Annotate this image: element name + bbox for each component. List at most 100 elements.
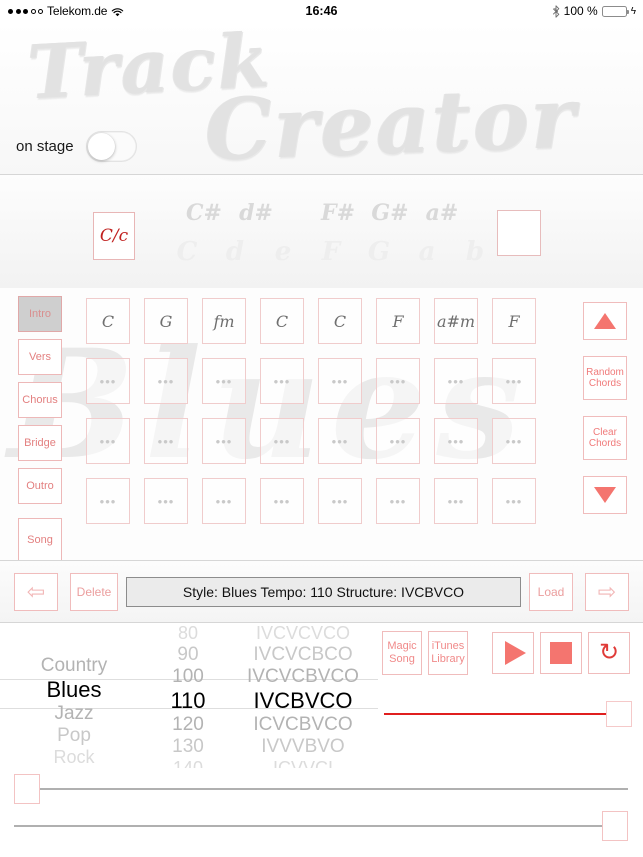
chord-cell[interactable]: fm — [202, 298, 246, 344]
structure-option-selected[interactable]: IVCBVCO — [228, 688, 378, 714]
chord-cell[interactable]: ••• — [318, 478, 362, 524]
chord-cell[interactable]: ••• — [260, 358, 304, 404]
chord-cell[interactable]: G — [144, 298, 188, 344]
style-option-selected[interactable]: Blues — [0, 677, 148, 703]
structure-option[interactable]: IVVVBVO — [228, 736, 378, 758]
white-key-c[interactable]: C — [163, 237, 211, 267]
chord-cell[interactable]: ••• — [318, 358, 362, 404]
chord-cell[interactable]: ••• — [492, 418, 536, 464]
clear-chords-button[interactable]: Clear Chords — [583, 416, 627, 460]
chord-cell[interactable]: ••• — [260, 418, 304, 464]
style-picker-column[interactable]: Country Blues Jazz Pop Rock — [0, 623, 148, 768]
chord-cell[interactable]: ••• — [202, 358, 246, 404]
black-key-c-sharp[interactable]: C# — [178, 200, 230, 226]
random-chords-button[interactable]: Random Chords — [583, 356, 627, 400]
slider-two[interactable] — [14, 811, 628, 841]
chord-cell[interactable]: ••• — [318, 418, 362, 464]
next-song-button[interactable]: ⇨ — [585, 573, 629, 611]
white-key-g[interactable]: G — [355, 237, 403, 267]
white-key-e[interactable]: e — [259, 237, 307, 267]
volume-slider[interactable] — [384, 701, 634, 727]
chord-cell[interactable]: ••• — [376, 478, 420, 524]
random-chords-label-1: Random — [586, 367, 624, 378]
chord-cell[interactable]: a#m — [434, 298, 478, 344]
chord-cell[interactable]: ••• — [492, 358, 536, 404]
chord-cell[interactable]: ••• — [86, 418, 130, 464]
tempo-option[interactable]: 130 — [148, 736, 228, 758]
black-key-f-sharp[interactable]: F# — [312, 200, 364, 226]
chord-cell[interactable]: ••• — [434, 478, 478, 524]
song-info-field[interactable]: Style: Blues Tempo: 110 Structure: IVCBV… — [126, 577, 521, 607]
previous-song-button[interactable]: ⇦ — [14, 573, 58, 611]
tempo-option-selected[interactable]: 110 — [148, 688, 228, 714]
chord-cell[interactable]: ••• — [144, 478, 188, 524]
chord-cell[interactable]: ••• — [202, 418, 246, 464]
chord-cell[interactable]: F — [492, 298, 536, 344]
tempo-option[interactable]: 100 — [148, 666, 228, 688]
section-button-song[interactable]: Song — [18, 518, 62, 560]
white-key-f[interactable]: F — [307, 237, 355, 267]
magic-song-button[interactable]: Magic Song — [382, 631, 422, 675]
tempo-option[interactable]: 120 — [148, 714, 228, 736]
slider-one-knob[interactable] — [14, 774, 40, 804]
structure-picker-column[interactable]: IVCVCVCO IVCVCBCO IVCVCBVCO IVCBVCO ICVC… — [228, 623, 378, 768]
chord-cell[interactable]: ••• — [202, 478, 246, 524]
style-option[interactable] — [0, 639, 148, 655]
style-picker-group[interactable]: Country Blues Jazz Pop Rock 80 90 100 11… — [0, 623, 378, 768]
loop-button[interactable]: ↻ — [588, 632, 630, 674]
play-button[interactable] — [492, 632, 534, 674]
slider-one[interactable] — [14, 774, 628, 804]
chord-cell[interactable]: C — [318, 298, 362, 344]
volume-slider-knob[interactable] — [606, 701, 632, 727]
structure-option[interactable]: IVCVCBVCO — [228, 666, 378, 688]
chord-cell[interactable]: ••• — [492, 478, 536, 524]
on-stage-control[interactable]: on stage — [16, 131, 137, 162]
on-stage-toggle[interactable] — [85, 131, 137, 162]
section-button-vers[interactable]: Vers — [18, 339, 62, 375]
slider-two-knob[interactable] — [602, 811, 628, 841]
chord-cell[interactable]: ••• — [144, 358, 188, 404]
section-button-intro[interactable]: Intro — [18, 296, 62, 332]
black-key-g-sharp[interactable]: G# — [364, 200, 416, 226]
delete-button[interactable]: Delete — [70, 573, 118, 611]
style-option[interactable]: Jazz — [0, 703, 148, 725]
chord-cell[interactable]: C — [260, 298, 304, 344]
structure-option[interactable]: ICVCBVCO — [228, 714, 378, 736]
style-option[interactable]: Pop — [0, 725, 148, 747]
structure-option[interactable]: ICVVCI — [228, 758, 378, 768]
scroll-up-button[interactable] — [583, 302, 627, 340]
chord-cell[interactable]: ••• — [260, 478, 304, 524]
tempo-option[interactable]: 80 — [148, 623, 228, 644]
black-key-d-sharp[interactable]: d# — [230, 200, 282, 226]
structure-option[interactable]: IVCVCBCO — [228, 644, 378, 666]
chord-cell[interactable]: ••• — [434, 418, 478, 464]
tempo-option[interactable]: 140 — [148, 758, 228, 768]
chord-cell[interactable]: ••• — [434, 358, 478, 404]
white-key-d[interactable]: d — [211, 237, 259, 267]
structure-option[interactable]: IVCVCVCO — [228, 623, 378, 644]
chord-cell[interactable]: ••• — [86, 478, 130, 524]
itunes-library-button[interactable]: iTunes Library — [428, 631, 468, 675]
section-button-bridge[interactable]: Bridge — [18, 425, 62, 461]
chord-cell[interactable]: ••• — [144, 418, 188, 464]
style-option[interactable]: Country — [0, 655, 148, 677]
chord-cell[interactable]: ••• — [86, 358, 130, 404]
white-key-b[interactable]: b — [451, 237, 499, 267]
stop-button[interactable] — [540, 632, 582, 674]
selected-key-display[interactable] — [497, 210, 541, 256]
black-key-a-sharp[interactable]: a# — [416, 200, 468, 226]
chord-cell[interactable]: ••• — [376, 358, 420, 404]
tempo-picker-column[interactable]: 80 90 100 110 120 130 140 — [148, 623, 228, 768]
tempo-option[interactable]: 90 — [148, 644, 228, 666]
style-option[interactable]: Rock — [0, 747, 148, 768]
scroll-down-button[interactable] — [583, 476, 627, 514]
section-button-outro[interactable]: Outro — [18, 468, 62, 504]
case-toggle-button[interactable]: C/c — [93, 212, 135, 260]
chord-cell[interactable]: F — [376, 298, 420, 344]
white-key-a[interactable]: a — [403, 237, 451, 267]
chord-cell[interactable]: C — [86, 298, 130, 344]
section-button-chorus[interactable]: Chorus — [18, 382, 62, 418]
chord-cell[interactable]: ••• — [376, 418, 420, 464]
style-option[interactable] — [0, 623, 148, 639]
load-button[interactable]: Load — [529, 573, 573, 611]
